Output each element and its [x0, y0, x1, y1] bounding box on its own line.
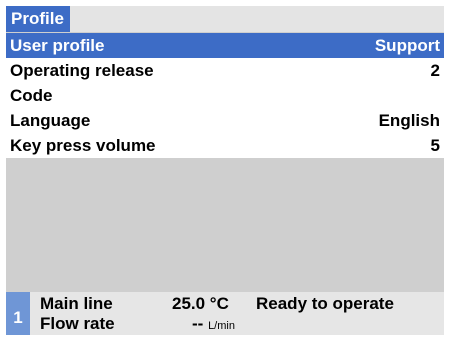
menu-item-label: User profile [10, 36, 105, 55]
operating-state: Ready to operate [256, 294, 394, 313]
flow-rate-value: -- L/min [192, 314, 235, 336]
menu-item-label: Code [10, 86, 53, 105]
menu-item-label: Language [10, 111, 91, 130]
menu-item-value: 2 [430, 61, 440, 80]
menu-item-code[interactable]: Code [6, 83, 444, 108]
menu-item-label: Operating release [10, 61, 154, 80]
menu-item-value: Support [374, 36, 440, 55]
menu-item-language[interactable]: Language English [6, 108, 444, 133]
flow-rate-label: Flow rate [40, 314, 115, 333]
menu-item-value: 5 [430, 136, 440, 155]
menu-item-operating-release[interactable]: Operating release 2 [6, 58, 444, 83]
flow-rate-number: -- [192, 314, 204, 333]
menu-item-label: Key press volume [10, 136, 156, 155]
main-line-label: Main line [40, 294, 113, 313]
status-bar: 1 Main line 25.0 °C Flow rate -- L/min R… [6, 292, 444, 335]
flow-rate-unit: L/min [208, 320, 235, 332]
settings-menu: User profile Support Operating release 2… [6, 33, 444, 158]
menu-item-key-press-volume[interactable]: Key press volume 5 [6, 133, 444, 158]
device-screen: Profile User profile Support Operating r… [6, 6, 444, 335]
title-bar: Profile [6, 6, 444, 32]
menu-item-user-profile[interactable]: User profile Support [6, 33, 444, 58]
main-line-temperature: 25.0 °C [172, 294, 229, 313]
menu-item-value: English [378, 111, 440, 130]
channel-badge: 1 [6, 292, 30, 335]
page-title: Profile [6, 6, 70, 32]
